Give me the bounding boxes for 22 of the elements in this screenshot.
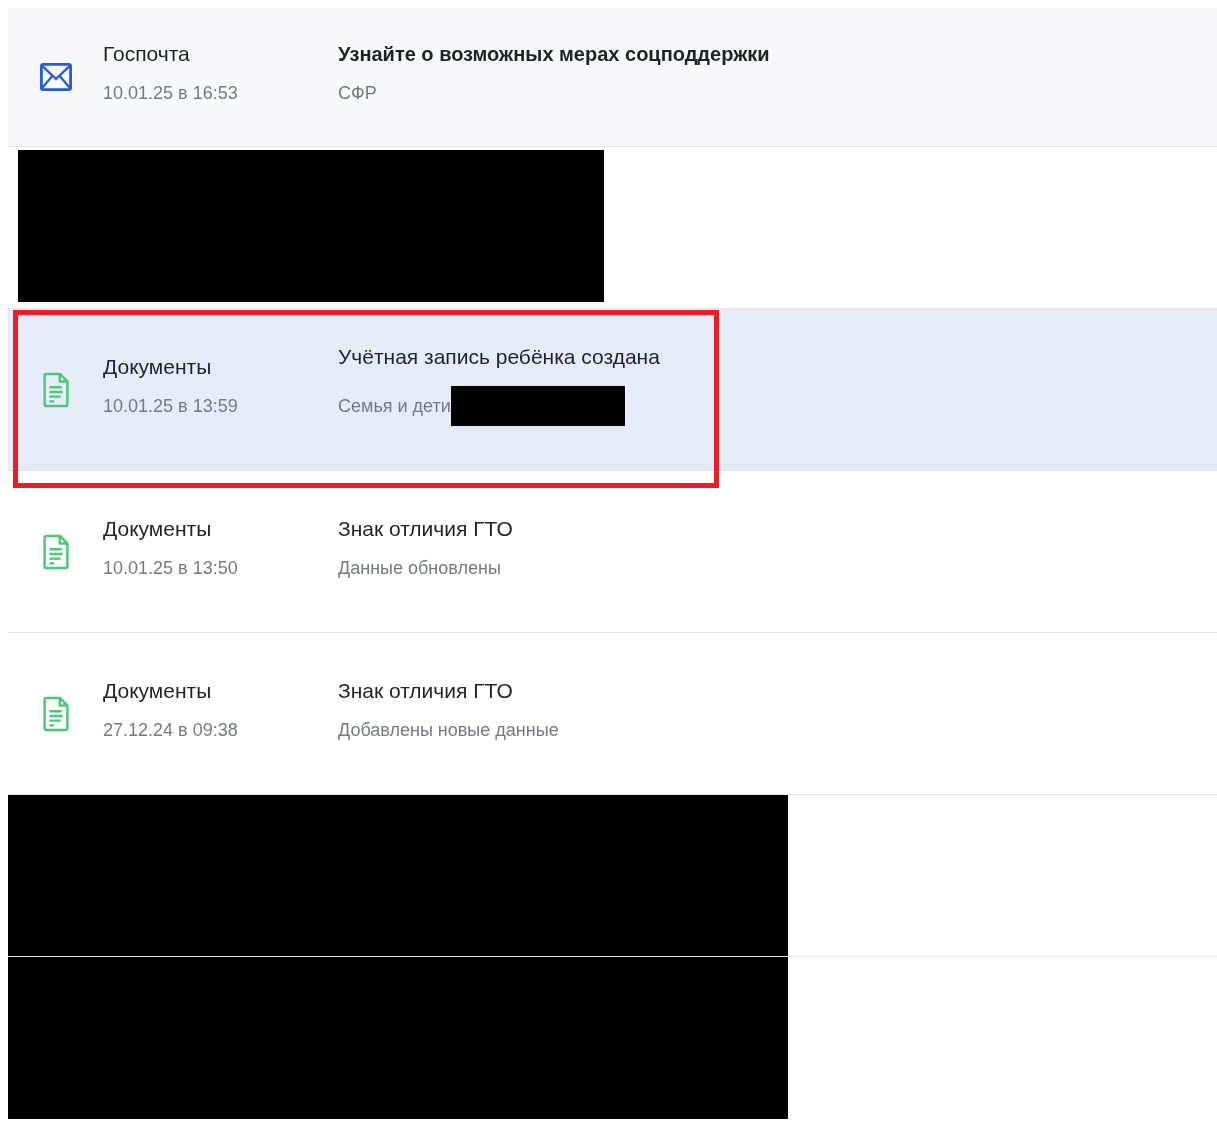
timestamp: 27.12.24 в 09:38 <box>103 719 239 741</box>
sender-name: Госпочта <box>103 42 191 66</box>
notification-title: Знак отличия ГТО <box>338 516 513 541</box>
notification-title: Учётная запись ребёнка создана <box>338 345 660 369</box>
sender-name: Документы <box>103 516 213 541</box>
notification-row[interactable]: Госпочта 10.01.25 в 16:53 Узнайте о возможных мерах соцподдержки СФР <box>8 8 1217 147</box>
envelope-icon <box>40 62 72 92</box>
sender-name: Документы <box>103 678 213 703</box>
document-icon <box>40 533 72 570</box>
notification-subtitle: СФР <box>338 82 377 104</box>
notification-title: Узнайте о возможных мерах соцподдержки <box>338 42 770 66</box>
notification-subtitle: Данные обновлены <box>338 557 501 579</box>
timestamp: 10.01.25 в 16:53 <box>103 83 239 104</box>
notification-subtitle: Семья и дети <box>338 395 451 417</box>
sender-name: Документы <box>103 354 213 379</box>
notification-subtitle: Добавлены новые данные <box>338 719 559 741</box>
document-icon <box>40 371 72 408</box>
notification-title: Знак отличия ГТО <box>338 678 514 703</box>
timestamp: 10.01.25 в 13:50 <box>103 557 239 579</box>
timestamp: 10.01.25 в 13:59 <box>103 395 239 417</box>
notification-row[interactable]: Документы 10.01.25 в 13:59 Учётная запись ребёнка создана Семья и дети <box>8 309 1217 471</box>
document-icon <box>40 695 72 732</box>
